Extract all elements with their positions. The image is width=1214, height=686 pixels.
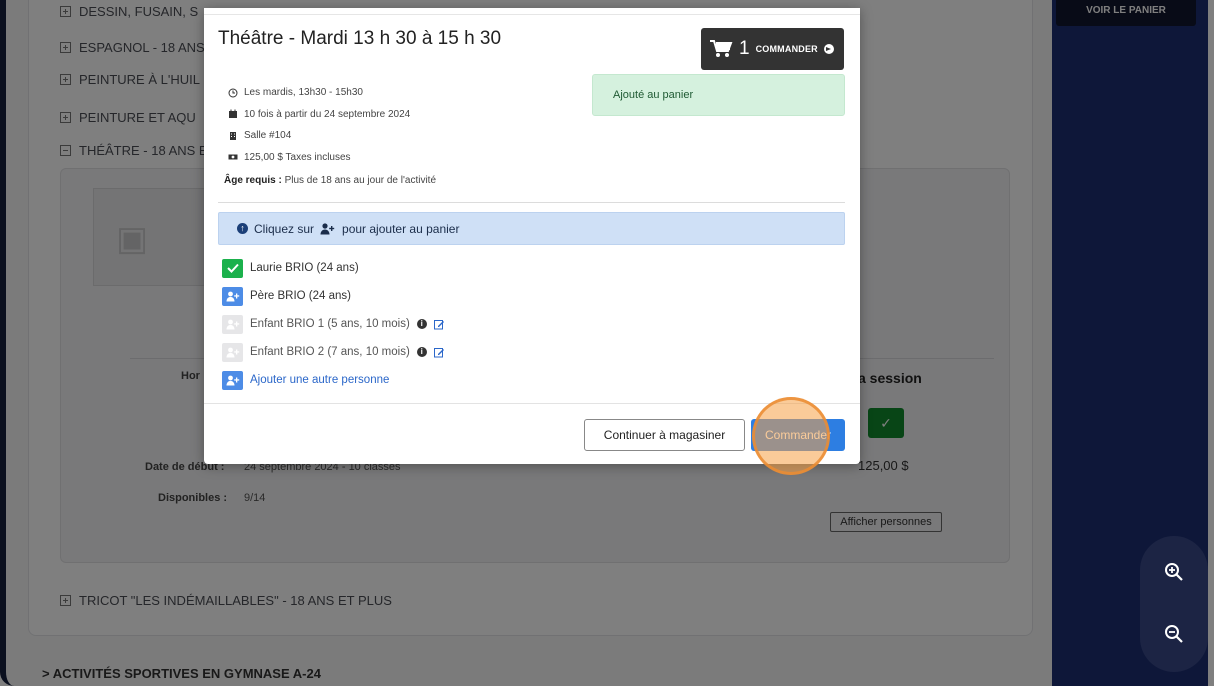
age-requirement: Âge requis : Plus de 18 ans au jour de l…	[224, 175, 436, 186]
info-icon[interactable]: i	[416, 347, 427, 357]
money-icon	[228, 152, 238, 162]
user-plus-icon	[320, 222, 335, 234]
person-name: Laurie BRIO (24 ans)	[250, 262, 359, 274]
hint-prefix: Cliquez sur	[254, 221, 315, 236]
add-person-link[interactable]: Ajouter une autre personne	[250, 374, 389, 386]
person-row: Enfant BRIO 2 (7 ans, 10 mois) i	[222, 338, 445, 366]
arrow-right-circle-icon	[823, 44, 834, 54]
session-info-list: Les mardis, 13h30 - 15h30 10 fois à part…	[228, 82, 410, 168]
info-icon: ↑	[237, 223, 248, 234]
add-user-icon[interactable]	[222, 286, 243, 306]
info-text: Les mardis, 13h30 - 15h30	[244, 87, 363, 99]
add-user-disabled-icon	[222, 314, 243, 334]
checked-icon[interactable]	[222, 258, 243, 278]
person-name: Enfant BRIO 2 (7 ans, 10 mois)	[250, 346, 410, 358]
edit-icon[interactable]	[433, 319, 445, 330]
cart-commander-button[interactable]: 1 COMMANDER	[701, 28, 844, 70]
info-text: Salle #104	[244, 130, 292, 142]
person-row[interactable]: Père BRIO (24 ans)	[222, 282, 445, 310]
modal-title: Théâtre - Mardi 13 h 30 à 15 h 30	[218, 28, 502, 49]
cart-count: 1	[739, 38, 750, 59]
add-user-disabled-icon	[222, 342, 243, 362]
clock-icon	[228, 88, 238, 98]
age-label: Âge requis :	[224, 175, 282, 186]
person-row: Enfant BRIO 1 (5 ans, 10 mois) i	[222, 310, 445, 338]
modal-top-border	[204, 14, 860, 15]
hint-suffix: pour ajouter au panier	[342, 221, 460, 236]
info-occurrences: 10 fois à partir du 24 septembre 2024	[228, 104, 410, 126]
age-value: Plus de 18 ans au jour de l'activité	[284, 175, 437, 186]
commander-button[interactable]: Commander	[751, 419, 845, 451]
add-person-row[interactable]: Ajouter une autre personne	[222, 366, 445, 394]
calendar-icon	[228, 109, 238, 119]
person-row[interactable]: Laurie BRIO (24 ans)	[222, 254, 445, 282]
zoom-in-icon[interactable]	[1154, 552, 1194, 592]
building-icon	[228, 131, 238, 141]
info-room: Salle #104	[228, 125, 410, 147]
zoom-out-icon[interactable]	[1154, 614, 1194, 654]
continue-shopping-button[interactable]: Continuer à magasiner	[584, 419, 745, 451]
info-price: 125,00 $ Taxes incluses	[228, 147, 410, 169]
info-schedule: Les mardis, 13h30 - 15h30	[228, 82, 410, 104]
footer-divider	[204, 403, 860, 404]
person-name: Père BRIO (24 ans)	[250, 290, 351, 302]
person-list: Laurie BRIO (24 ans) Père BRIO (24 ans) …	[222, 254, 445, 394]
info-text: 10 fois à partir du 24 septembre 2024	[244, 108, 411, 120]
add-hint-banner: ↑ Cliquez sur pour ajouter au panier	[218, 212, 845, 245]
info-text: 125,00 $ Taxes incluses	[244, 151, 351, 163]
cart-label: COMMANDER	[755, 44, 818, 54]
divider	[218, 202, 845, 203]
edit-icon[interactable]	[433, 347, 445, 358]
add-user-icon[interactable]	[222, 370, 243, 390]
person-name: Enfant BRIO 1 (5 ans, 10 mois)	[250, 318, 410, 330]
info-icon[interactable]: i	[416, 319, 427, 329]
add-to-cart-modal: Théâtre - Mardi 13 h 30 à 15 h 30 1 COMM…	[204, 8, 860, 464]
added-to-cart-alert: Ajouté au panier	[592, 74, 845, 116]
cart-icon	[710, 40, 733, 57]
zoom-controls	[1140, 536, 1208, 672]
